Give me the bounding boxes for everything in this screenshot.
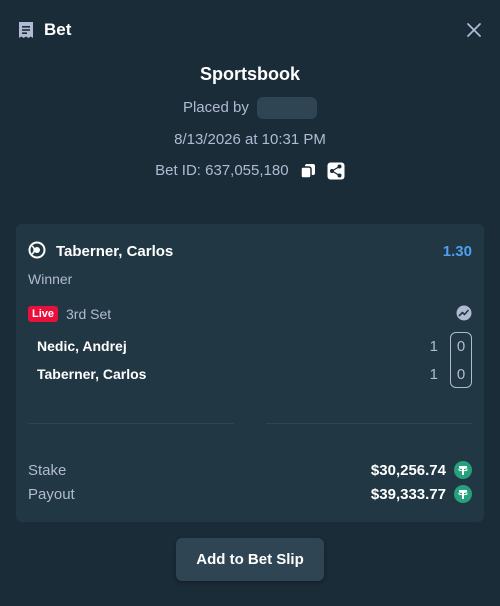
player-name: Taberner, Carlos bbox=[37, 366, 147, 382]
payout-label: Payout bbox=[28, 486, 75, 503]
sportsbook-title: Sportsbook bbox=[199, 64, 300, 84]
odds-value: 1.30 bbox=[442, 243, 472, 260]
tether-icon bbox=[454, 485, 472, 503]
stake-value: $30,256.74 bbox=[370, 462, 446, 479]
hidden-username bbox=[257, 97, 318, 119]
player-sets-score: 1 bbox=[429, 338, 438, 355]
copy-icon[interactable] bbox=[299, 162, 317, 180]
placed-by-row: Placed by bbox=[0, 97, 500, 119]
bet-datetime: 8/13/2026 at 10:31 PM bbox=[174, 131, 326, 148]
current-set-score: 0 bbox=[456, 338, 466, 355]
bet-id-row: Bet ID: 637,055,180 bbox=[0, 162, 500, 180]
share-icon[interactable] bbox=[327, 162, 345, 180]
divider bbox=[266, 423, 472, 424]
player-sets-score: 1 bbox=[429, 366, 438, 383]
player-name: Nedic, Andrej bbox=[37, 338, 127, 354]
current-set-score-box: 0 0 bbox=[450, 332, 472, 388]
receipt-icon bbox=[19, 22, 33, 38]
stake-label: Stake bbox=[28, 462, 67, 479]
modal-title: Bet bbox=[44, 20, 72, 39]
set-label: 3rd Set bbox=[66, 306, 112, 322]
payout-value: $39,333.77 bbox=[370, 486, 446, 503]
tennis-ball-icon bbox=[28, 241, 46, 259]
current-set-score: 0 bbox=[456, 366, 466, 383]
modal-header: Bet bbox=[0, 0, 500, 60]
bet-card: Taberner, Carlos 1.30 Winner Live 3rd Se… bbox=[16, 224, 484, 522]
close-icon[interactable] bbox=[465, 21, 483, 39]
live-badge: Live bbox=[28, 306, 59, 322]
stats-icon[interactable] bbox=[456, 305, 472, 321]
market-label: Winner bbox=[28, 271, 73, 287]
placed-by-label: Placed by bbox=[182, 98, 249, 116]
divider bbox=[28, 423, 234, 424]
bet-id: Bet ID: 637,055,180 bbox=[155, 162, 289, 179]
selection-name: Taberner, Carlos bbox=[56, 243, 174, 260]
add-to-bet-slip-button[interactable]: Add to Bet Slip bbox=[176, 538, 324, 581]
tether-icon bbox=[454, 461, 472, 479]
